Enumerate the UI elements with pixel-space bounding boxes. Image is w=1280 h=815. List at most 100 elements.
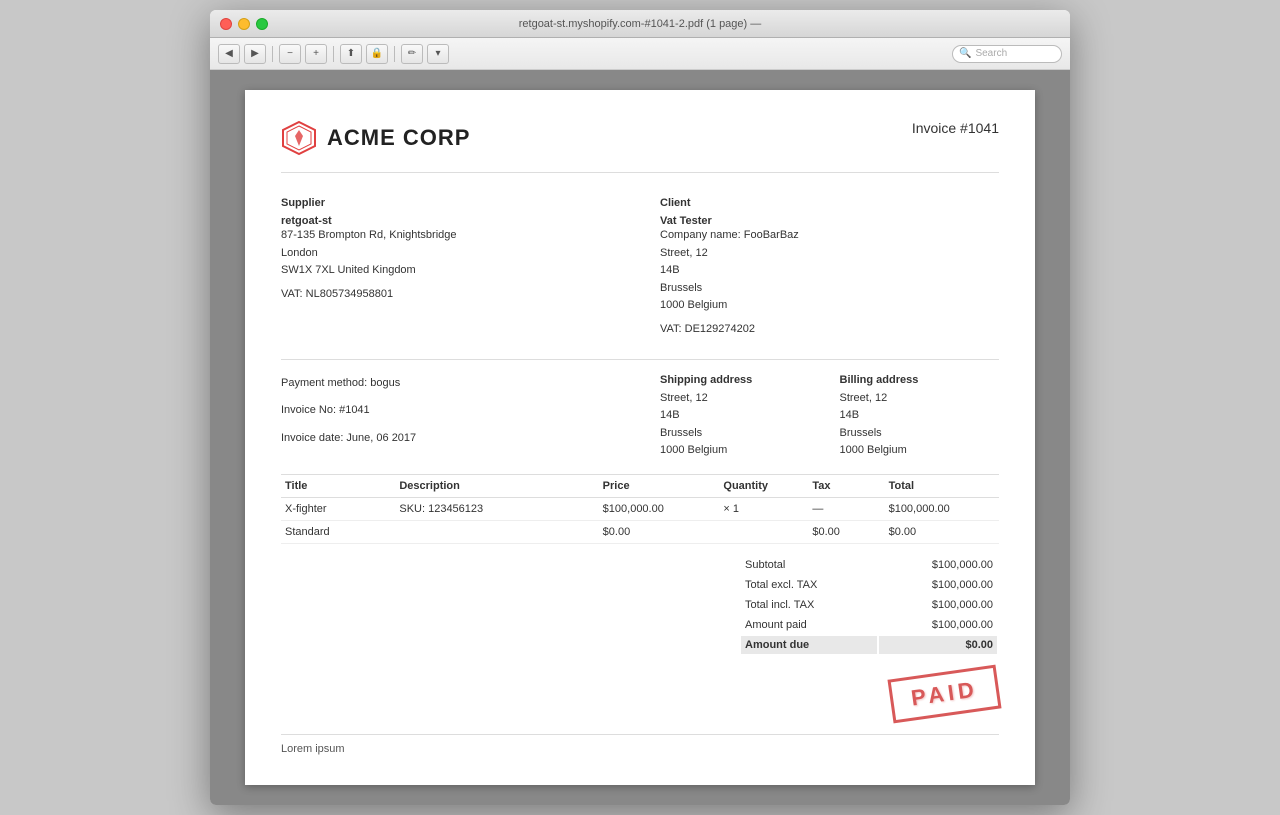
cell-tax: —: [808, 497, 884, 520]
toolbar-separator: [272, 46, 273, 62]
amount-paid-label: Amount paid: [741, 616, 877, 634]
cell-tax: $0.00: [808, 520, 884, 543]
supplier-vat: VAT: NL805734958801: [281, 286, 620, 304]
col-title: Title: [281, 474, 395, 497]
amount-paid-row: Amount paid $100,000.00: [741, 616, 997, 634]
client-label: Client: [660, 197, 999, 209]
divider-1: [281, 359, 999, 360]
addresses-section: Shipping address Street, 12 14B Brussels…: [660, 374, 999, 460]
supplier-name: retgoat-st: [281, 215, 620, 227]
cell-quantity: × 1: [719, 497, 808, 520]
share-button[interactable]: 🔒: [366, 44, 388, 64]
cell-description: SKU: 123456123: [395, 497, 598, 520]
toolbar-separator-2: [333, 46, 334, 62]
supplier-addr2: London: [281, 247, 318, 259]
amount-due-row: Amount due $0.00: [741, 636, 997, 654]
billing-country: 1000 Belgium: [840, 444, 907, 456]
maximize-button[interactable]: [256, 18, 268, 30]
billing-label: Billing address: [840, 374, 1000, 386]
client-country: 1000 Belgium: [660, 299, 727, 311]
toolbar-separator-3: [394, 46, 395, 62]
total-incl-row: Total incl. TAX $100,000.00: [741, 596, 997, 614]
invoice-page: ACME CORP Invoice #1041 Supplier retgoat…: [245, 90, 1035, 785]
invoice-header: ACME CORP Invoice #1041: [281, 120, 999, 173]
invoice-no: Invoice No: #1041: [281, 401, 620, 421]
table-body: X-fighterSKU: 123456123$100,000.00× 1—$1…: [281, 497, 999, 543]
billing-address: Billing address Street, 12 14B Brussels …: [840, 374, 1000, 460]
shipping-text: Street, 12 14B Brussels 1000 Belgium: [660, 390, 820, 460]
totals-table: Subtotal $100,000.00 Total excl. TAX $10…: [739, 554, 999, 656]
supplier-addr3: SW1X 7XL United Kingdom: [281, 264, 416, 276]
cell-description: [395, 520, 598, 543]
client-street2: 14B: [660, 264, 680, 276]
supplier-client-section: Supplier retgoat-st 87-135 Brompton Rd, …: [281, 197, 999, 339]
close-button[interactable]: [220, 18, 232, 30]
footer-text: Lorem ipsum: [281, 734, 999, 755]
payment-method: Payment method: bogus: [281, 374, 620, 394]
col-price: Price: [599, 474, 720, 497]
invoice-date: Invoice date: June, 06 2017: [281, 429, 620, 449]
cell-total: $100,000.00: [885, 497, 999, 520]
table-header: Title Description Price Quantity Tax Tot…: [281, 474, 999, 497]
client-address: Company name: FooBarBaz Street, 12 14B B…: [660, 227, 999, 315]
company-name: ACME CORP: [327, 125, 470, 151]
payment-addresses-row: Payment method: bogus Invoice No: #1041 …: [281, 374, 999, 460]
search-icon: 🔍: [959, 48, 971, 59]
payment-section: Payment method: bogus Invoice No: #1041 …: [281, 374, 620, 460]
forward-button[interactable]: ▶: [244, 44, 266, 64]
shipping-country: 1000 Belgium: [660, 444, 727, 456]
table-row: Standard$0.00$0.00$0.00: [281, 520, 999, 543]
cell-price: $100,000.00: [599, 497, 720, 520]
logo-area: ACME CORP: [281, 120, 470, 156]
client-company: Company name: FooBarBaz: [660, 229, 799, 241]
supplier-address: 87-135 Brompton Rd, Knightsbridge London…: [281, 227, 620, 280]
client-name: Vat Tester: [660, 215, 999, 227]
billing-text: Street, 12 14B Brussels 1000 Belgium: [840, 390, 1000, 460]
billing-city: Brussels: [840, 427, 882, 439]
zoom-out-button[interactable]: −: [279, 44, 301, 64]
amount-due-value: $0.00: [879, 636, 997, 654]
subtotal-label: Subtotal: [741, 556, 877, 574]
paid-stamp-area: PAID: [281, 672, 999, 716]
window-title: retgoat-st.myshopify.com-#1041-2.pdf (1 …: [519, 18, 762, 30]
shipping-label: Shipping address: [660, 374, 820, 386]
annotate-button[interactable]: ✏: [401, 44, 423, 64]
traffic-lights: [220, 18, 268, 30]
total-excl-label: Total excl. TAX: [741, 576, 877, 594]
col-description: Description: [395, 474, 598, 497]
titlebar: retgoat-st.myshopify.com-#1041-2.pdf (1 …: [210, 10, 1070, 38]
amount-due-label: Amount due: [741, 636, 877, 654]
table-row: X-fighterSKU: 123456123$100,000.00× 1—$1…: [281, 497, 999, 520]
total-incl-value: $100,000.00: [879, 596, 997, 614]
total-incl-label: Total incl. TAX: [741, 596, 877, 614]
cell-total: $0.00: [885, 520, 999, 543]
action-button[interactable]: ⬆: [340, 44, 362, 64]
toolbar: ◀ ▶ − + ⬆ 🔒 ✏ ▾ 🔍 Search: [210, 38, 1070, 70]
search-box[interactable]: 🔍 Search: [952, 45, 1062, 63]
shipping-street: Street, 12: [660, 392, 708, 404]
col-total: Total: [885, 474, 999, 497]
shipping-street2: 14B: [660, 409, 680, 421]
app-window: retgoat-st.myshopify.com-#1041-2.pdf (1 …: [210, 10, 1070, 805]
billing-street: Street, 12: [840, 392, 888, 404]
minimize-button[interactable]: [238, 18, 250, 30]
col-quantity: Quantity: [719, 474, 808, 497]
col-tax: Tax: [808, 474, 884, 497]
total-excl-value: $100,000.00: [879, 576, 997, 594]
zoom-in-button[interactable]: +: [305, 44, 327, 64]
search-placeholder: Search: [975, 48, 1007, 59]
more-button[interactable]: ▾: [427, 44, 449, 64]
client-section: Client Vat Tester Company name: FooBarBa…: [660, 197, 999, 339]
shipping-address: Shipping address Street, 12 14B Brussels…: [660, 374, 820, 460]
supplier-addr1: 87-135 Brompton Rd, Knightsbridge: [281, 229, 457, 241]
shipping-city: Brussels: [660, 427, 702, 439]
subtotal-value: $100,000.00: [879, 556, 997, 574]
supplier-label: Supplier: [281, 197, 620, 209]
subtotal-row: Subtotal $100,000.00: [741, 556, 997, 574]
pdf-area: ACME CORP Invoice #1041 Supplier retgoat…: [210, 70, 1070, 805]
items-table: Title Description Price Quantity Tax Tot…: [281, 474, 999, 544]
company-logo: [281, 120, 317, 156]
paid-stamp: PAID: [888, 665, 1002, 724]
back-button[interactable]: ◀: [218, 44, 240, 64]
cell-price: $0.00: [599, 520, 720, 543]
